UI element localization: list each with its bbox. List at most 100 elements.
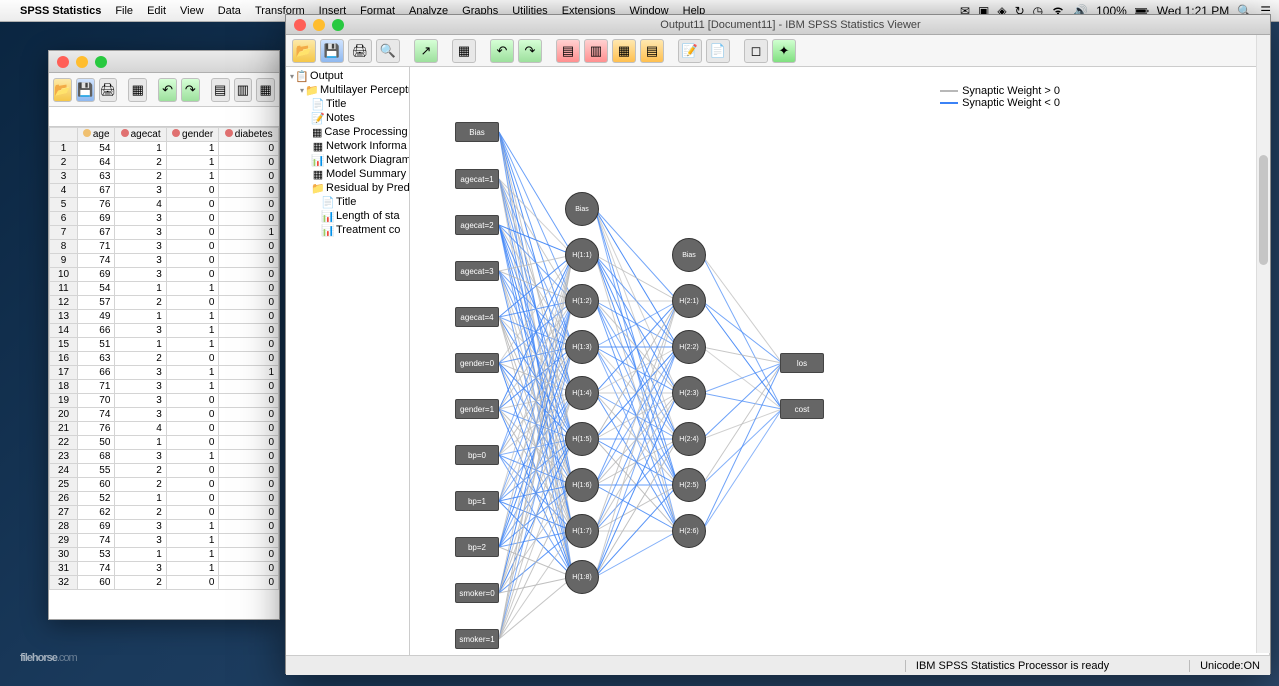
- data-cell[interactable]: 0: [166, 408, 219, 422]
- data-cell[interactable]: 3: [115, 324, 166, 338]
- data-cell[interactable]: 54: [78, 142, 115, 156]
- data-cell[interactable]: 1: [115, 492, 166, 506]
- data-cell[interactable]: 0: [219, 268, 279, 282]
- row-header[interactable]: 15: [50, 338, 78, 352]
- network-diagram[interactable]: Synaptic Weight > 0 Synaptic Weight < 0 …: [420, 77, 1250, 647]
- outline-item[interactable]: 📄Title: [288, 195, 407, 209]
- row-header[interactable]: 5: [50, 198, 78, 212]
- menu-view[interactable]: View: [180, 5, 204, 17]
- data-cell[interactable]: 1: [166, 170, 219, 184]
- data-cell[interactable]: 0: [219, 408, 279, 422]
- outline-item[interactable]: ▦Network Informa: [288, 139, 407, 153]
- row-header[interactable]: 3: [50, 170, 78, 184]
- outline-item[interactable]: 📁Residual by Pred: [288, 181, 407, 195]
- insert-title-icon[interactable]: 📄: [706, 39, 730, 63]
- save-icon[interactable]: 💾: [320, 39, 344, 63]
- data-cell[interactable]: 2: [115, 464, 166, 478]
- close-icon[interactable]: [57, 56, 69, 68]
- data-cell[interactable]: 0: [219, 394, 279, 408]
- scrollbar-thumb[interactable]: [1259, 155, 1268, 265]
- outline-item[interactable]: 📊Network Diagram: [288, 153, 407, 167]
- data-cell[interactable]: 51: [78, 338, 115, 352]
- data-cell[interactable]: 66: [78, 366, 115, 380]
- row-header[interactable]: 13: [50, 310, 78, 324]
- data-cell[interactable]: 0: [219, 156, 279, 170]
- data-cell[interactable]: 1: [115, 548, 166, 562]
- data-cell[interactable]: 3: [115, 254, 166, 268]
- column-header-gender[interactable]: gender: [166, 128, 219, 142]
- data-cell[interactable]: 63: [78, 170, 115, 184]
- data-cell[interactable]: 67: [78, 184, 115, 198]
- close-icon[interactable]: [294, 19, 306, 31]
- data-cell[interactable]: 3: [115, 562, 166, 576]
- column-header-agecat[interactable]: agecat: [115, 128, 166, 142]
- row-header[interactable]: 27: [50, 506, 78, 520]
- row-header[interactable]: 26: [50, 492, 78, 506]
- row-header[interactable]: 24: [50, 464, 78, 478]
- goto-case-icon[interactable]: ▤: [211, 78, 230, 102]
- data-cell[interactable]: 53: [78, 548, 115, 562]
- scrollbar[interactable]: [1256, 35, 1270, 653]
- row-header[interactable]: 21: [50, 422, 78, 436]
- data-cell[interactable]: 3: [115, 226, 166, 240]
- row-header[interactable]: 30: [50, 548, 78, 562]
- data-cell[interactable]: 1: [166, 380, 219, 394]
- data-cell[interactable]: 1: [115, 282, 166, 296]
- row-header[interactable]: 6: [50, 212, 78, 226]
- data-cell[interactable]: 3: [115, 534, 166, 548]
- data-cell[interactable]: 71: [78, 240, 115, 254]
- data-cell[interactable]: 3: [115, 408, 166, 422]
- promote-icon[interactable]: ✦: [772, 39, 796, 63]
- row-header[interactable]: 22: [50, 436, 78, 450]
- data-cell[interactable]: 1: [219, 226, 279, 240]
- menu-file[interactable]: File: [115, 5, 133, 17]
- data-cell[interactable]: 0: [166, 506, 219, 520]
- row-header[interactable]: 18: [50, 380, 78, 394]
- row-header[interactable]: 28: [50, 520, 78, 534]
- print-preview-icon[interactable]: 🔍: [376, 39, 400, 63]
- designate-window-icon[interactable]: ◻: [744, 39, 768, 63]
- data-cell[interactable]: 3: [115, 394, 166, 408]
- data-cell[interactable]: 70: [78, 394, 115, 408]
- data-cell[interactable]: 1: [166, 450, 219, 464]
- print-icon[interactable]: 🖨: [348, 39, 372, 63]
- data-cell[interactable]: 2: [115, 296, 166, 310]
- insert-text-icon[interactable]: 📝: [678, 39, 702, 63]
- data-cell[interactable]: 0: [219, 492, 279, 506]
- data-cell[interactable]: 3: [115, 268, 166, 282]
- row-header[interactable]: 4: [50, 184, 78, 198]
- data-cell[interactable]: 0: [166, 394, 219, 408]
- row-header[interactable]: 10: [50, 268, 78, 282]
- output-canvas[interactable]: Synaptic Weight > 0 Synaptic Weight < 0 …: [410, 67, 1270, 655]
- data-cell[interactable]: 50: [78, 436, 115, 450]
- data-cell[interactable]: 1: [219, 366, 279, 380]
- data-cell[interactable]: 2: [115, 352, 166, 366]
- data-cell[interactable]: 62: [78, 506, 115, 520]
- data-cell[interactable]: 0: [166, 576, 219, 590]
- data-cell[interactable]: 76: [78, 198, 115, 212]
- data-cell[interactable]: 71: [78, 380, 115, 394]
- data-cell[interactable]: 66: [78, 324, 115, 338]
- data-editor-titlebar[interactable]: [49, 51, 279, 73]
- data-cell[interactable]: 74: [78, 534, 115, 548]
- select-cases-icon[interactable]: ▤: [640, 39, 664, 63]
- row-header[interactable]: 20: [50, 408, 78, 422]
- data-cell[interactable]: 1: [166, 562, 219, 576]
- outline-item[interactable]: 📊Treatment co: [288, 223, 407, 237]
- data-cell[interactable]: 0: [166, 254, 219, 268]
- data-cell[interactable]: 1: [166, 338, 219, 352]
- data-cell[interactable]: 1: [115, 310, 166, 324]
- outline-item[interactable]: ▾📁Multilayer Perceptron: [288, 83, 407, 97]
- data-cell[interactable]: 2: [115, 506, 166, 520]
- data-cell[interactable]: 0: [166, 212, 219, 226]
- data-cell[interactable]: 0: [219, 212, 279, 226]
- data-cell[interactable]: 0: [219, 324, 279, 338]
- data-cell[interactable]: 1: [166, 156, 219, 170]
- row-header[interactable]: 25: [50, 478, 78, 492]
- data-cell[interactable]: 2: [115, 156, 166, 170]
- row-header[interactable]: 11: [50, 282, 78, 296]
- data-cell[interactable]: 0: [166, 184, 219, 198]
- data-cell[interactable]: 57: [78, 296, 115, 310]
- row-header[interactable]: 16: [50, 352, 78, 366]
- zoom-icon[interactable]: [332, 19, 344, 31]
